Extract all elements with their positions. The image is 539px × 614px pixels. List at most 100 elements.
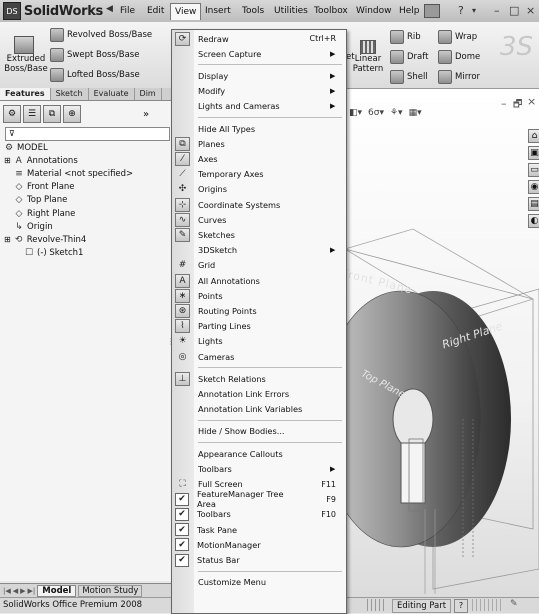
extruded-boss-button[interactable]: Extruded Boss/Base	[2, 54, 50, 74]
linear-pattern-icon[interactable]	[360, 40, 376, 54]
tree-item[interactable]: ◇ Front Plane	[14, 181, 75, 194]
task-pane-library-icon[interactable]: ▤	[528, 197, 539, 211]
tree-item[interactable]: ☐ (-) Sketch1	[24, 247, 84, 260]
menu-insert[interactable]: Insert	[201, 3, 235, 19]
menu-help[interactable]: Help	[395, 3, 424, 19]
menu-item-motionmanager[interactable]: ✔ MotionManager	[172, 537, 346, 552]
status-pen-icon[interactable]: ✎	[510, 599, 518, 609]
task-pane-search-icon[interactable]: ◉	[528, 180, 539, 194]
menu-item-all-annotations[interactable]: A All Annotations	[172, 273, 346, 288]
menu-item-appearance-callouts[interactable]: Appearance Callouts	[172, 446, 346, 461]
menu-tools[interactable]: Tools	[238, 3, 268, 19]
menu-view[interactable]: View	[170, 3, 202, 20]
menu-utilities[interactable]: Utilities	[270, 3, 312, 19]
menu-item-lights[interactable]: ☀ Lights	[172, 334, 346, 349]
scroll-next-icon[interactable]: ▶	[20, 587, 25, 595]
linear-pattern-button[interactable]: Linear Pattern	[350, 54, 386, 74]
menu-item-origins[interactable]: ✣ Origins	[172, 182, 346, 197]
menu-item-sketches[interactable]: ✎ Sketches	[172, 227, 346, 243]
solidworks-logo[interactable]: DS SolidWorks	[3, 2, 103, 20]
swept-boss-button[interactable]: Swept Boss/Base	[50, 48, 139, 62]
expand-icon[interactable]: ⊞	[4, 235, 11, 244]
menu-window[interactable]: Window	[352, 3, 396, 19]
tree-item[interactable]: ⊞ ⟲ Revolve-Thin4	[4, 233, 86, 246]
tab-dim[interactable]: Dim	[135, 88, 162, 100]
featuremanager-tab-icon[interactable]: ⚙	[3, 105, 21, 123]
menu-item-screen-capture[interactable]: Screen Capture ▶	[172, 46, 346, 61]
configurationmanager-tab-icon[interactable]: ⧉	[43, 105, 61, 123]
menu-item-display[interactable]: Display ▶	[172, 68, 346, 83]
restore-button[interactable]: □	[509, 4, 519, 17]
menu-file[interactable]: File	[116, 3, 139, 19]
expand-tabs-icon[interactable]: »	[143, 109, 149, 120]
scroll-last-icon[interactable]: ▶|	[28, 587, 36, 595]
appearance-icon[interactable]: ▦▾	[409, 108, 422, 118]
wrap-button[interactable]: Wrap	[438, 30, 477, 44]
menu-arrow-icon[interactable]: ◀	[106, 4, 113, 14]
menu-item-axes[interactable]: ⁄ Axes	[172, 151, 346, 167]
pin-icon[interactable]	[424, 4, 440, 18]
viewport-close-icon[interactable]: ×	[527, 95, 536, 108]
menu-item-redraw[interactable]: ⟳ Redraw Ctrl+R	[172, 31, 346, 46]
task-pane-folder-icon[interactable]: ▭	[528, 163, 539, 177]
menu-item-cameras[interactable]: ◎ Cameras	[172, 349, 346, 364]
view-orientation-icon[interactable]: ◧▾	[349, 108, 362, 118]
menu-toolbox[interactable]: Toolbox	[310, 3, 352, 19]
menu-item-task-pane[interactable]: ✔ Task Pane	[172, 522, 346, 537]
menu-item-toolbars[interactable]: ✔ Toolbars F10	[172, 507, 346, 522]
task-pane-resources-icon[interactable]: ▣	[528, 146, 539, 160]
rib-button[interactable]: Rib	[390, 30, 421, 44]
tab-evaluate[interactable]: Evaluate	[89, 88, 135, 100]
menu-item-routing-points[interactable]: ⊛ Routing Points	[172, 303, 346, 319]
menu-item-curves[interactable]: ∿ Curves	[172, 212, 346, 227]
menu-item-toolbars[interactable]: Toolbars ▶	[172, 461, 346, 476]
help-button[interactable]: ?	[458, 4, 464, 17]
tree-item[interactable]: ↳ Origin	[14, 220, 52, 233]
hide-show-icon[interactable]: ⚘▾	[390, 108, 403, 118]
tree-item[interactable]: ⚙ MODEL	[4, 141, 48, 154]
menu-item-annotation-link-errors[interactable]: Annotation Link Errors	[172, 386, 346, 401]
tree-item[interactable]: ◇ Right Plane	[14, 207, 76, 220]
menu-item-sketch-relations[interactable]: ⊥ Sketch Relations	[172, 371, 346, 386]
viewport-minimize-icon[interactable]: –	[501, 97, 507, 110]
dome-button[interactable]: Dome	[438, 50, 480, 64]
tree-item[interactable]: ≡ Material <not specified>	[14, 167, 133, 180]
menu-item-3dsketch[interactable]: 3DSketch ▶	[172, 243, 346, 258]
menu-item-planes[interactable]: ⧉ Planes	[172, 136, 346, 151]
menu-item-lights-and-cameras[interactable]: Lights and Cameras ▶	[172, 99, 346, 114]
dimxpert-tab-icon[interactable]: ⊕	[63, 105, 81, 123]
menu-item-annotation-link-variables[interactable]: Annotation Link Variables	[172, 402, 346, 417]
extruded-boss-icon[interactable]	[14, 36, 34, 54]
menu-item-customize-menu[interactable]: Customize Menu	[172, 575, 346, 590]
scroll-first-icon[interactable]: |◀	[3, 587, 11, 595]
menu-item-coordinate-systems[interactable]: ⊹ Coordinate Systems	[172, 197, 346, 212]
menu-item-parting-lines[interactable]: ⌇ Parting Lines	[172, 319, 346, 334]
menu-item-hide-all-types[interactable]: Hide All Types	[172, 121, 346, 136]
shell-button[interactable]: Shell	[390, 70, 428, 84]
task-pane-home-icon[interactable]: ⌂	[528, 129, 539, 143]
task-pane-appearance-icon[interactable]: ◐	[528, 214, 539, 228]
revolved-boss-button[interactable]: Revolved Boss/Base	[50, 28, 152, 42]
menu-item-points[interactable]: ∗ Points	[172, 288, 346, 303]
expand-icon[interactable]: ⊞	[4, 156, 11, 165]
lofted-boss-button[interactable]: Lofted Boss/Base	[50, 68, 140, 82]
menu-item-featuremanager-tree-area[interactable]: ✔ FeatureManager Tree Area F9	[172, 489, 346, 509]
menu-item-modify[interactable]: Modify ▶	[172, 84, 346, 99]
status-help-icon[interactable]: ?	[454, 599, 468, 613]
scroll-prev-icon[interactable]: ◀	[13, 587, 18, 595]
tree-item[interactable]: ⊞ A Annotations	[4, 154, 78, 167]
menu-item-hide-show-bodies[interactable]: Hide / Show Bodies...	[172, 424, 346, 439]
menu-item-grid[interactable]: # Grid	[172, 258, 346, 273]
help-dropdown-icon[interactable]: ▾	[472, 6, 476, 15]
menu-item-temporary-axes[interactable]: ⟋ Temporary Axes	[172, 167, 346, 182]
viewport-restore-icon[interactable]: 🗗	[513, 97, 522, 114]
display-style-icon[interactable]: 6σ▾	[368, 108, 384, 118]
propertymanager-tab-icon[interactable]: ☰	[23, 105, 41, 123]
tree-item[interactable]: ◇ Top Plane	[14, 194, 68, 207]
minimize-button[interactable]: –	[494, 4, 500, 17]
mirror-button[interactable]: Mirror	[438, 70, 480, 84]
tab-sketch[interactable]: Sketch	[51, 88, 89, 100]
menu-edit[interactable]: Edit	[143, 3, 168, 19]
tree-filter[interactable]: ⊽	[5, 127, 170, 141]
tab-model[interactable]: Model	[37, 585, 77, 597]
